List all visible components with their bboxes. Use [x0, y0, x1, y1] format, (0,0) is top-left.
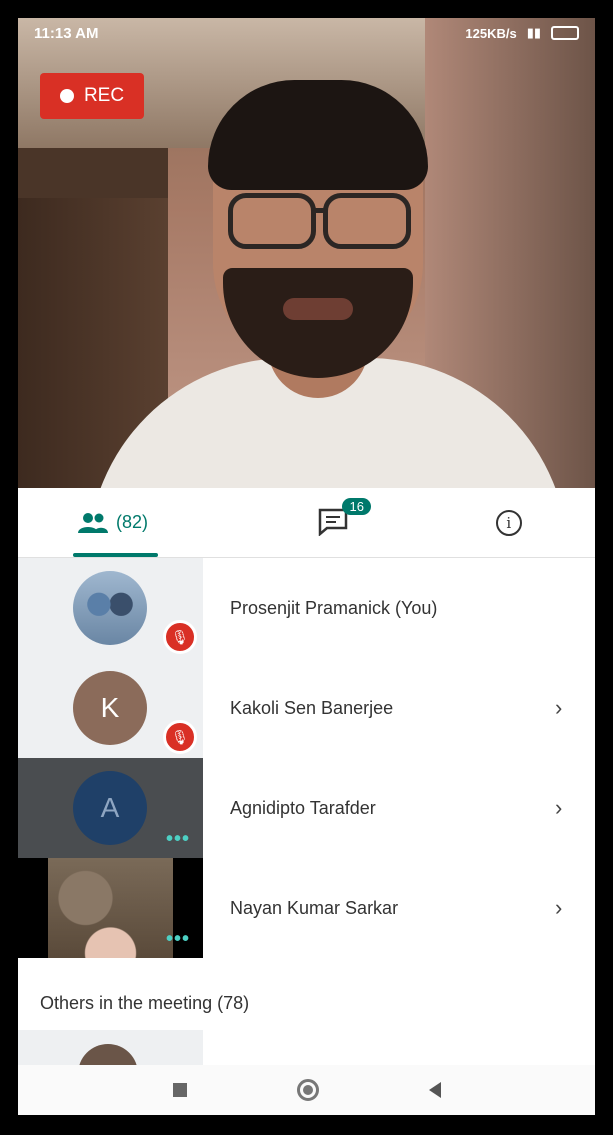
- avatar: [73, 571, 147, 645]
- participant-thumbnail: A •••: [18, 758, 203, 858]
- speaker-video[interactable]: 11:13 AM 125KB/s ▮▮ REC: [18, 18, 595, 488]
- home-icon[interactable]: [296, 1079, 319, 1101]
- avatar: K: [73, 671, 147, 745]
- people-count: (82): [116, 512, 149, 532]
- participant-thumbnail: K 🎙: [18, 658, 203, 758]
- record-dot-icon: [59, 89, 74, 103]
- network-speed: 125KB/s: [465, 25, 517, 41]
- participant-name: Agnidipto Tarafder: [230, 797, 376, 818]
- screen: 11:13 AM 125KB/s ▮▮ REC (82) 16 i 🎙 Pros…: [18, 18, 595, 1115]
- status-icons: 125KB/s ▮▮: [465, 25, 579, 41]
- avatar: A: [73, 771, 147, 845]
- participant-thumbnail: •••: [18, 858, 203, 958]
- info-icon: i: [495, 509, 522, 536]
- participant-camera-feed: [48, 858, 173, 958]
- tab-info[interactable]: i: [423, 488, 595, 557]
- participant-name: Nayan Kumar Sarkar: [230, 897, 399, 918]
- speaking-indicator-icon: •••: [166, 928, 191, 950]
- rec-label: REC: [83, 85, 125, 106]
- speaker-glasses: [228, 193, 316, 249]
- recording-indicator: REC: [40, 73, 144, 119]
- participant-name: Prosenjit Pramanick (You): [230, 597, 438, 618]
- chevron-right-icon[interactable]: ›: [555, 695, 595, 721]
- tab-people[interactable]: (82): [18, 488, 250, 557]
- status-bar: 11:13 AM 125KB/s ▮▮: [18, 18, 595, 48]
- tab-chat[interactable]: 16: [250, 488, 422, 557]
- participant-name: Kakoli Sen Banerjee: [230, 697, 394, 718]
- speaker-glasses: [314, 208, 328, 213]
- list-item[interactable]: K 🎙 Kakoli Sen Banerjee ›: [18, 658, 595, 758]
- mic-off-icon: 🎙: [163, 620, 197, 654]
- participant-thumbnail: 🎙: [18, 558, 203, 658]
- chevron-right-icon[interactable]: ›: [555, 795, 595, 821]
- others-section-header: Others in the meeting (78): [40, 993, 250, 1013]
- android-nav-bar: [18, 1065, 595, 1115]
- list-item[interactable]: A ••• Agnidipto Tarafder ›: [18, 758, 595, 858]
- recents-icon[interactable]: [172, 1083, 187, 1097]
- participant-list: 🎙 Prosenjit Pramanick (You) K 🎙 Kakoli S…: [18, 558, 595, 958]
- list-item[interactable]: 🎙 Prosenjit Pramanick (You): [18, 558, 595, 658]
- status-time: 11:13 AM: [34, 24, 99, 42]
- speaking-indicator-icon: •••: [166, 828, 191, 850]
- chat-unread-badge: 16: [342, 497, 371, 515]
- people-icon: [78, 512, 108, 533]
- battery-icon: [551, 26, 579, 40]
- signal-icon: ▮▮: [526, 25, 541, 40]
- meeting-tabs: (82) 16 i: [18, 488, 595, 558]
- chevron-right-icon[interactable]: ›: [555, 895, 595, 921]
- phone-frame: 11:13 AM 125KB/s ▮▮ REC (82) 16 i 🎙 Pros…: [0, 0, 613, 1135]
- speaker-figure: [283, 298, 353, 320]
- chat-icon: 16: [318, 497, 371, 538]
- list-item[interactable]: [18, 1030, 203, 1070]
- list-item[interactable]: ••• Nayan Kumar Sarkar ›: [18, 858, 595, 958]
- speaker-glasses: [323, 193, 411, 249]
- mic-off-icon: 🎙: [163, 720, 197, 754]
- back-icon[interactable]: [428, 1082, 441, 1098]
